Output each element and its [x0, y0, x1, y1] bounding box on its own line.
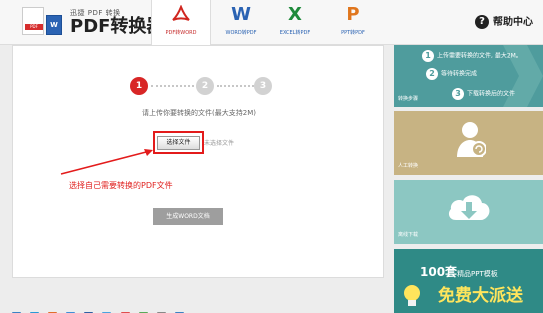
share-bar — [12, 305, 188, 313]
steps-item-3: 3 下载转换后的文件 — [452, 88, 515, 100]
conversion-steps-card: 1 上传需要转换的文件, 最大2M。 2 等待转换完成 3 下载转换后的文件 转换步骤 — [394, 45, 543, 107]
banner-subtitle: 精品PPT模板 — [457, 270, 498, 278]
ppt-template-banner[interactable]: 100套精品PPT模板 免费大派送 — [394, 249, 543, 313]
annotation-text: 选择自己需要转换的PDF文件 — [69, 181, 173, 190]
tab-excel-to-pdf[interactable]: X EXCEL转PDF — [265, 0, 325, 45]
step-text: 等待转换完成 — [441, 70, 478, 78]
pdf-tag: PDF — [25, 24, 43, 30]
generate-word-button[interactable]: 生成WORD文档 — [153, 208, 223, 225]
banner-count: 100套 — [420, 265, 458, 279]
converter-panel: 1 2 3 请上传你要转换的文件(最大支持2M) 选择文件 未选择文件 选择自己… — [12, 45, 384, 278]
pdf-doc-icon: PDF — [22, 7, 44, 35]
person-icon — [457, 122, 486, 157]
excel-icon: X — [288, 4, 302, 25]
step-text: 上传需要转换的文件, 最大2M。 — [437, 52, 522, 60]
tab-label: PDF转WORD — [165, 30, 197, 36]
word-doc-icon: W — [46, 15, 62, 35]
steps-item-2: 2 等待转换完成 — [426, 68, 477, 80]
ppt-icon: P — [346, 4, 360, 25]
tab-pdf-to-word[interactable]: PDF转WORD — [151, 0, 211, 46]
step-number: 1 — [422, 50, 434, 62]
help-label: 帮助中心 — [493, 17, 533, 28]
tab-ppt-to-pdf[interactable]: P PPT转PDF — [323, 0, 383, 45]
help-center-link[interactable]: ? 帮助中心 — [475, 14, 533, 32]
tab-word-to-pdf[interactable]: W WORD转PDF — [211, 0, 271, 45]
steps-item-1: 1 上传需要转换的文件, 最大2M。 — [422, 50, 522, 62]
word-icon: W — [231, 4, 251, 25]
tab-label: EXCEL转PDF — [279, 30, 311, 36]
steps-caption: 转换步骤 — [398, 96, 419, 102]
step-number: 3 — [452, 88, 464, 100]
tab-label: PPT转PDF — [341, 30, 365, 36]
banner-slogan: 免费大派送 — [438, 286, 523, 306]
offline-download-card[interactable]: 离线下载 — [394, 180, 543, 244]
question-icon: ? — [475, 15, 489, 29]
cloud-download-icon — [448, 195, 490, 220]
header-bar: PDF W 迅捷 PDF 转换 PDF转换器 PDF转WORD W WORD转P… — [0, 0, 543, 46]
annotation-arrow — [60, 149, 153, 175]
step-number: 2 — [426, 68, 438, 80]
banner-headline: 100套精品PPT模板 — [420, 263, 498, 280]
tab-label: WORD转PDF — [225, 30, 257, 36]
download-caption: 离线下载 — [398, 232, 419, 238]
manual-caption: 人工转换 — [398, 163, 419, 169]
lightbulb-icon — [404, 285, 420, 306]
pdf-icon — [152, 0, 210, 28]
manual-conversion-card[interactable]: 人工转换 — [394, 111, 543, 175]
step-text: 下载转换后的文件 — [467, 90, 516, 98]
app-logo[interactable]: PDF W 迅捷 PDF 转换 PDF转换器 — [22, 5, 164, 41]
